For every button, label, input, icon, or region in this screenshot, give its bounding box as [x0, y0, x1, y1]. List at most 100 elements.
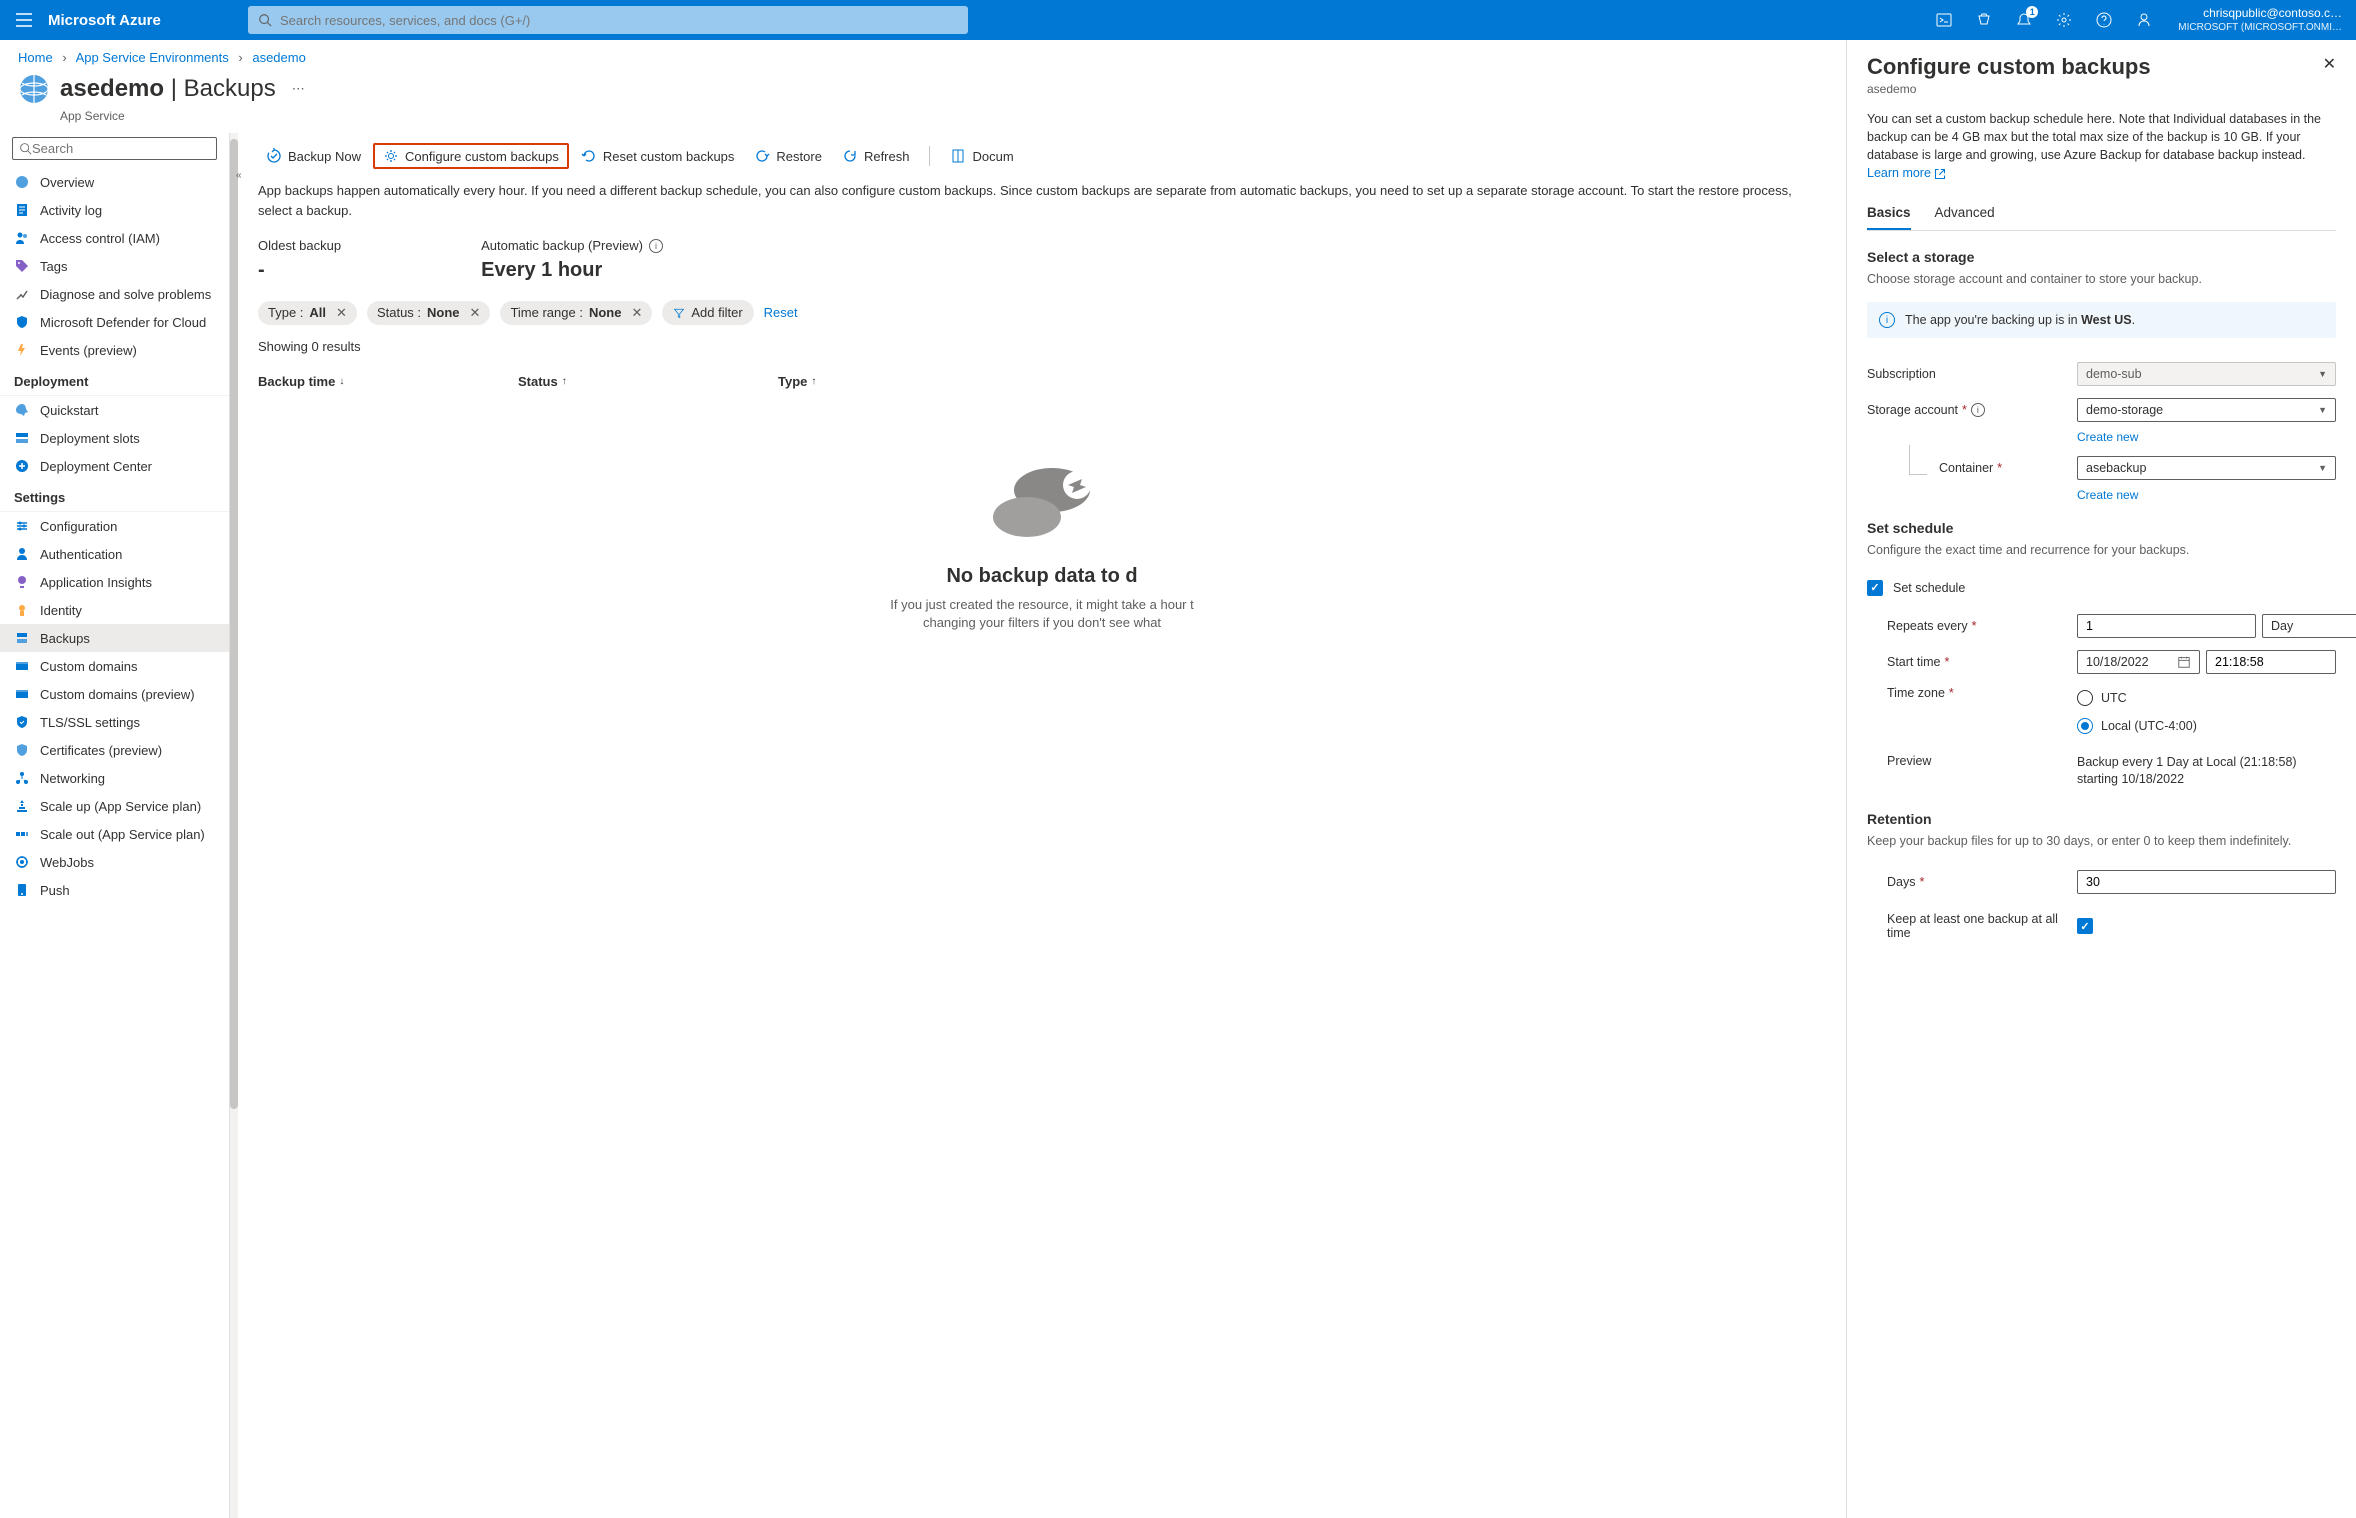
menu-item-webjobs[interactable]: WebJobs [0, 848, 229, 876]
page-more-button[interactable]: ⋯ [292, 81, 305, 97]
menu-item-diagnose-and-solve-problems[interactable]: Diagnose and solve problems [0, 280, 229, 308]
start-time-row: Start time * 10/18/2022 [1867, 644, 2336, 680]
refresh-button[interactable]: Refresh [834, 144, 918, 168]
days-input[interactable] [2077, 870, 2336, 894]
menu-item-tls-ssl-settings[interactable]: TLS/SSL settings [0, 708, 229, 736]
calendar-icon [2177, 655, 2191, 669]
brand-label[interactable]: Microsoft Azure [48, 12, 248, 29]
menu-item-deployment-center[interactable]: Deployment Center [0, 452, 229, 480]
storage-account-select[interactable]: demo-storage ▼ [2077, 398, 2336, 422]
col-status[interactable]: Status↑ [518, 374, 778, 389]
clear-filter-icon[interactable]: ✕ [336, 305, 347, 321]
blade-description: You can set a custom backup schedule her… [1867, 110, 2336, 199]
radio-utc[interactable] [2077, 690, 2093, 706]
menu-item-label: Deployment slots [40, 431, 140, 446]
menu-item-backups[interactable]: Backups [0, 624, 229, 652]
keep-one-checkbox[interactable] [2077, 918, 2093, 934]
menu-item-label: Networking [40, 771, 105, 786]
menu-item-deployment-slots[interactable]: Deployment slots [0, 424, 229, 452]
radio-local[interactable] [2077, 718, 2093, 734]
scrollbar[interactable] [230, 133, 238, 1518]
learn-more-link[interactable]: Learn more [1867, 166, 1946, 180]
tab-advanced[interactable]: Advanced [1935, 199, 1995, 230]
tab-basics[interactable]: Basics [1867, 199, 1911, 230]
container-select[interactable]: asebackup ▼ [2077, 456, 2336, 480]
menu-item-networking[interactable]: Networking [0, 764, 229, 792]
col-backup-time[interactable]: Backup time↓ [258, 374, 518, 389]
start-date-input[interactable]: 10/18/2022 [2077, 650, 2200, 674]
schedule-section-sub: Configure the exact time and recurrence … [1867, 542, 2336, 574]
repeats-unit-select[interactable]: Day ▼ [2262, 614, 2356, 638]
close-blade-button[interactable]: ✕ [2323, 54, 2336, 74]
feedback-icon[interactable] [2124, 0, 2164, 40]
storage-account-label: Storage account * i [1867, 403, 2077, 417]
breadcrumb-ase[interactable]: App Service Environments [76, 50, 229, 65]
menu-item-activity-log[interactable]: Activity log [0, 196, 229, 224]
subscription-select[interactable]: demo-sub ▼ [2077, 362, 2336, 386]
filter-icon [673, 307, 685, 319]
cloud-shell-icon[interactable] [1924, 0, 1964, 40]
account-area[interactable]: chrisqpublic@contoso.c… MICROSOFT (MICRO… [2164, 6, 2356, 35]
menu-item-authentication[interactable]: Authentication [0, 540, 229, 568]
menu-item-microsoft-defender-for-cloud[interactable]: Microsoft Defender for Cloud [0, 308, 229, 336]
menu-item-events-preview-[interactable]: Events (preview) [0, 336, 229, 364]
certs-icon [14, 742, 30, 758]
configure-backups-blade: Configure custom backups ✕ asedemo You c… [1846, 40, 2356, 1518]
notifications-icon[interactable]: 1 [2004, 0, 2044, 40]
create-new-container-link[interactable]: Create new [2077, 486, 2138, 502]
settings-icon[interactable] [2044, 0, 2084, 40]
menu-item-application-insights[interactable]: Application Insights [0, 568, 229, 596]
filter-timerange[interactable]: Time range : None ✕ [500, 301, 652, 325]
menu-item-identity[interactable]: Identity [0, 596, 229, 624]
backup-now-button[interactable]: Backup Now [258, 144, 369, 168]
main-content: Backup Now Configure custom backups Rese… [238, 133, 1846, 1518]
documentation-button[interactable]: Docum [942, 144, 1021, 168]
menu-item-overview[interactable]: Overview [0, 168, 229, 196]
directories-icon[interactable] [1964, 0, 2004, 40]
menu-item-tags[interactable]: Tags [0, 252, 229, 280]
breadcrumb-resource[interactable]: asedemo [252, 50, 305, 65]
breadcrumb-home[interactable]: Home [18, 50, 53, 65]
start-time-input[interactable] [2206, 650, 2336, 674]
menu-item-configuration[interactable]: Configuration [0, 512, 229, 540]
breadcrumb: Home › App Service Environments › asedem… [0, 40, 1846, 69]
auth-icon [14, 546, 30, 562]
global-search[interactable] [248, 6, 968, 34]
reset-custom-backups-button[interactable]: Reset custom backups [573, 144, 743, 168]
create-new-storage-link[interactable]: Create new [2077, 428, 2138, 444]
info-icon[interactable]: i [1971, 403, 1985, 417]
service-kind-label: App Service [0, 109, 1846, 133]
restore-button[interactable]: Restore [746, 144, 830, 168]
menu-item-scale-up-app-service-plan-[interactable]: Scale up (App Service plan) [0, 792, 229, 820]
hamburger-menu[interactable] [0, 13, 48, 27]
menu-item-quickstart[interactable]: Quickstart [0, 396, 229, 424]
gear-icon [383, 148, 399, 164]
global-header: Microsoft Azure 1 chrisqpublic@contoso.c… [0, 0, 2356, 40]
configure-custom-backups-button[interactable]: Configure custom backups [373, 143, 569, 169]
menu-item-custom-domains-preview-[interactable]: Custom domains (preview) [0, 680, 229, 708]
menu-search-input[interactable] [32, 141, 210, 156]
tz-local-option[interactable]: Local (UTC-4:00) [2077, 718, 2197, 734]
repeats-value-input[interactable] [2077, 614, 2256, 638]
filter-type[interactable]: Type : All ✕ [258, 301, 357, 325]
info-icon[interactable]: i [649, 239, 663, 253]
help-icon[interactable] [2084, 0, 2124, 40]
reset-filters-button[interactable]: Reset [764, 305, 798, 320]
menu-item-scale-out-app-service-plan-[interactable]: Scale out (App Service plan) [0, 820, 229, 848]
filter-status[interactable]: Status : None ✕ [367, 301, 490, 325]
menu-item-access-control-iam-[interactable]: Access control (IAM) [0, 224, 229, 252]
tz-utc-option[interactable]: UTC [2077, 690, 2197, 706]
add-filter-button[interactable]: Add filter [662, 300, 753, 325]
clear-filter-icon[interactable]: ✕ [631, 305, 642, 321]
col-type[interactable]: Type↑ [778, 374, 998, 389]
clear-filter-icon[interactable]: ✕ [470, 305, 481, 321]
set-schedule-checkbox[interactable] [1867, 580, 1883, 596]
global-search-input[interactable] [280, 13, 958, 28]
menu-item-certificates-preview-[interactable]: Certificates (preview) [0, 736, 229, 764]
menu-search[interactable] [12, 137, 217, 160]
menu-item-push[interactable]: Push [0, 876, 229, 904]
menu-item-custom-domains[interactable]: Custom domains [0, 652, 229, 680]
repeats-label: Repeats every * [1867, 619, 2077, 633]
storage-section-sub: Choose storage account and container to … [1867, 271, 2336, 303]
timezone-label: Time zone * [1867, 686, 2077, 700]
